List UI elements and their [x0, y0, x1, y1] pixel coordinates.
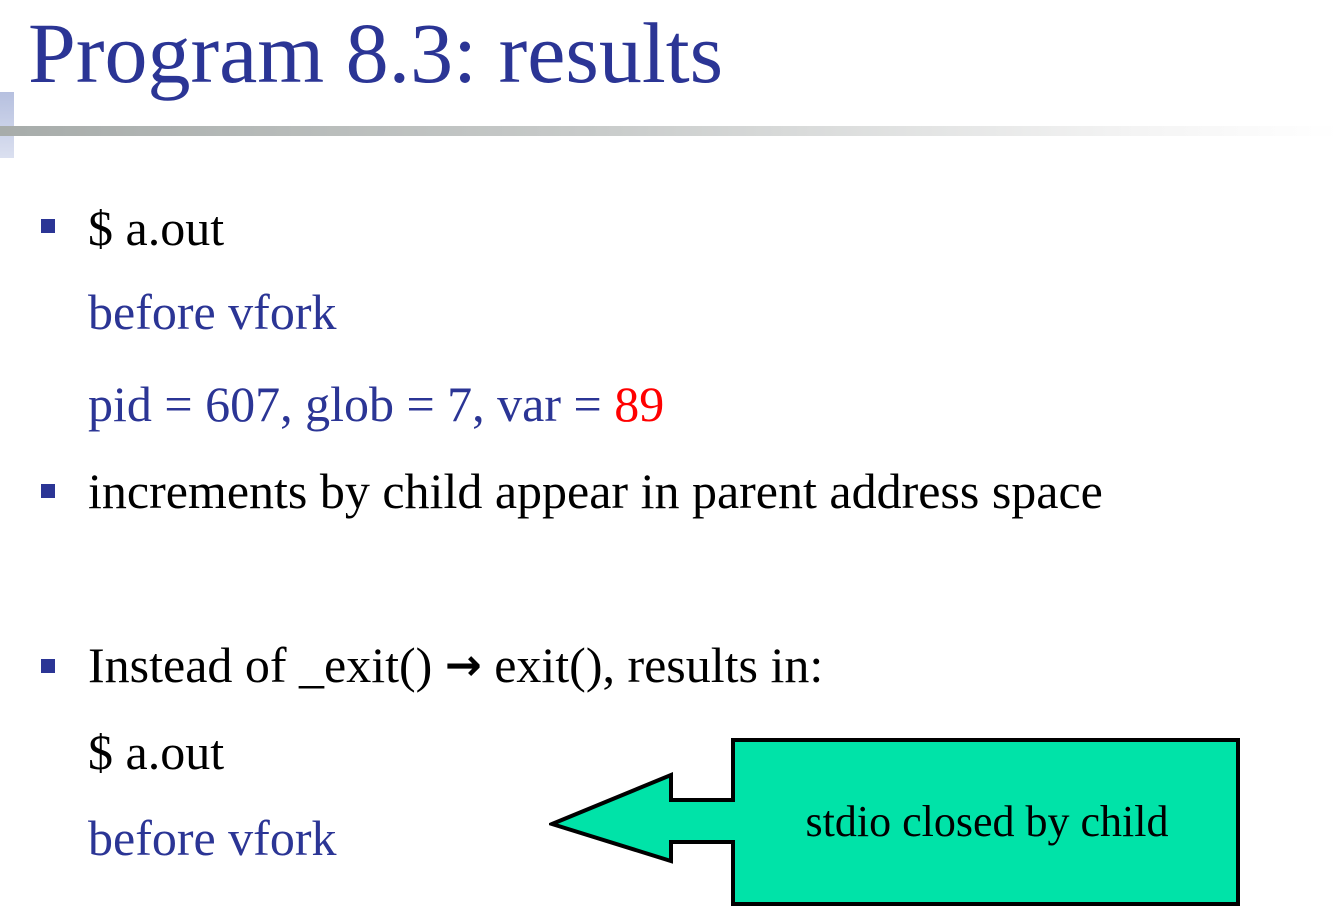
bullet-1-output-line-1: before vfork	[88, 284, 337, 340]
bullet-3-text-after-arrow: exit(), results in:	[481, 637, 824, 693]
callout: stdio closed by child	[549, 737, 1241, 907]
bullet-3-text-before-arrow: Instead of _exit()	[88, 637, 445, 693]
bullet-marker-2	[41, 484, 55, 498]
bullet-marker-1	[41, 219, 55, 233]
bullet-3-text: Instead of _exit() → exit(), results in:	[88, 640, 823, 690]
var-value-highlight: 89	[614, 376, 665, 432]
output-line-2-prefix: pid = 607, glob = 7, var =	[88, 376, 615, 432]
right-arrow-icon: →	[444, 640, 482, 691]
bullet-3-command: $ a.out	[88, 724, 225, 780]
bullet-1-output-line-2: pid = 607, glob = 7, var = 89	[88, 379, 664, 429]
slide: Program 8.3: results $ a.out before vfor…	[0, 0, 1339, 912]
bullet-marker-3	[41, 659, 55, 673]
slide-title: Program 8.3: results	[28, 5, 724, 101]
callout-text: stdio closed by child	[805, 797, 1169, 846]
bullet-3-output-line-1: before vfork	[88, 810, 337, 866]
bullet-2-text: increments by child appear in parent add…	[88, 463, 1103, 519]
bullet-1-command: $ a.out	[88, 200, 225, 256]
title-underline	[0, 126, 1339, 136]
title-accent-block	[0, 92, 14, 158]
